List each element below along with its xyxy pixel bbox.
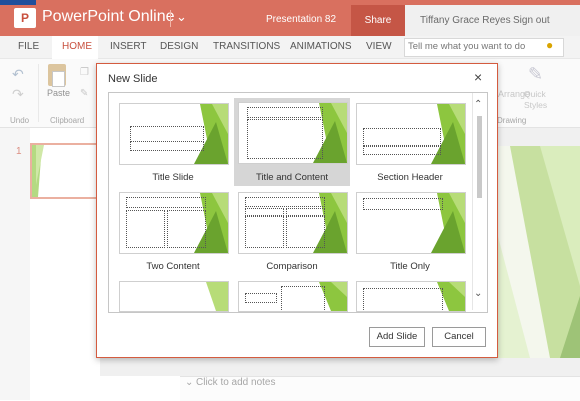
caption-placeholder	[245, 293, 277, 303]
user-name[interactable]: Tiffany Grace Reyes	[420, 15, 511, 26]
title-placeholder	[247, 107, 323, 118]
tab-file[interactable]: FILE	[18, 41, 39, 52]
layout-label[interactable]: Title Only	[351, 261, 469, 272]
share-button[interactable]: Share	[351, 5, 405, 36]
title-placeholder	[126, 197, 206, 208]
tab-transitions[interactable]: TRANSITIONS	[213, 41, 280, 52]
cancel-button[interactable]: Cancel	[432, 327, 486, 347]
title-placeholder	[363, 198, 443, 210]
layout-title-and-content[interactable]	[238, 102, 348, 164]
layout-label[interactable]: Comparison	[233, 261, 351, 272]
tell-me-input[interactable]: Tell me what you want to do	[408, 41, 525, 52]
dialog-title: New Slide	[108, 73, 158, 85]
tab-home[interactable]: HOME	[62, 41, 92, 52]
tab-design[interactable]: DESIGN	[160, 41, 198, 52]
scroll-thumb[interactable]	[477, 116, 482, 198]
add-slide-button[interactable]: Add Slide	[369, 327, 425, 347]
title-separator	[170, 10, 171, 27]
layout-section-header[interactable]	[356, 103, 466, 165]
layout-title-only[interactable]	[356, 192, 466, 254]
layout-label[interactable]: Title Slide	[114, 172, 232, 183]
scroll-up-icon[interactable]: ⌃	[474, 99, 482, 110]
tab-animations[interactable]: ANIMATIONS	[290, 41, 351, 52]
layout-label[interactable]: Two Content	[114, 261, 232, 272]
layout-picture-with-caption[interactable]	[356, 281, 466, 312]
scroll-down-icon[interactable]: ⌄	[474, 288, 482, 299]
left-heading-placeholder	[245, 208, 284, 216]
document-name[interactable]: Presentation 82	[266, 14, 336, 25]
layout-content-with-caption[interactable]	[238, 281, 348, 312]
app-title: PowerPoint Online	[42, 8, 175, 25]
layout-label[interactable]: Title and Content	[233, 172, 351, 183]
close-icon[interactable]: ×	[474, 69, 482, 85]
app-menu-chevron-icon[interactable]: ⌄	[176, 9, 187, 25]
left-content-placeholder	[126, 210, 165, 248]
text-placeholder	[363, 146, 441, 155]
right-content-placeholder	[286, 216, 325, 248]
subtitle-placeholder	[130, 141, 204, 151]
lightbulb-icon: ●	[546, 38, 554, 52]
left-content-placeholder	[245, 216, 284, 248]
layout-label[interactable]: Section Header	[351, 172, 469, 183]
tab-view[interactable]: VIEW	[366, 41, 392, 52]
layout-comparison[interactable]	[238, 192, 348, 254]
powerpoint-logo-icon: P	[14, 8, 36, 28]
sign-out-link[interactable]: Sign out	[513, 15, 550, 26]
layout-green-art	[206, 282, 228, 311]
window-strip	[0, 0, 36, 5]
content-placeholder	[281, 286, 325, 311]
title-placeholder	[363, 128, 441, 146]
tab-insert[interactable]: INSERT	[110, 41, 147, 52]
right-content-placeholder	[167, 210, 206, 248]
picture-placeholder	[363, 288, 443, 311]
content-placeholder	[247, 119, 323, 159]
title-placeholder	[130, 126, 204, 142]
layout-title-slide[interactable]	[119, 103, 229, 165]
right-heading-placeholder	[286, 208, 325, 216]
layout-blank[interactable]	[119, 281, 229, 312]
title-placeholder	[245, 197, 325, 207]
layout-two-content[interactable]	[119, 192, 229, 254]
